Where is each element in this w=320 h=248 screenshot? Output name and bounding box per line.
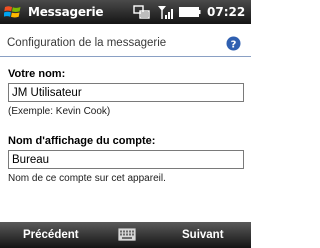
account-display-name-input[interactable]: [8, 150, 244, 169]
account-label: Nom d'affichage du compte:: [8, 135, 156, 147]
page-title: Configuration de la messagerie: [7, 37, 167, 49]
softkey-bar: Précédent Suivant: [0, 222, 251, 248]
header-divider: [0, 56, 251, 57]
next-button[interactable]: Suivant: [182, 229, 224, 241]
keyboard-icon[interactable]: [118, 228, 136, 241]
name-input[interactable]: [8, 83, 244, 102]
title-bar: Messagerie 07:22: [0, 0, 251, 24]
page-header: Configuration de la messagerie ?: [0, 24, 251, 55]
svg-text:?: ?: [231, 40, 237, 51]
signal-strength-icon: [158, 6, 173, 19]
app-title: Messagerie: [28, 5, 104, 19]
account-hint: Nom de ce compte sur cet appareil.: [8, 173, 166, 184]
battery-icon: [179, 7, 201, 17]
windows-start-icon[interactable]: [4, 4, 22, 20]
clock: 07:22: [207, 5, 246, 19]
name-hint: (Exemple: Kevin Cook): [8, 106, 111, 117]
name-label: Votre nom:: [8, 68, 66, 80]
status-area[interactable]: 07:22: [133, 4, 245, 20]
previous-button[interactable]: Précédent: [23, 229, 79, 241]
help-icon[interactable]: ?: [226, 36, 241, 51]
connectivity-icon: [133, 5, 150, 19]
screen: Messagerie 07:22 Configuration de la mes…: [0, 0, 251, 248]
